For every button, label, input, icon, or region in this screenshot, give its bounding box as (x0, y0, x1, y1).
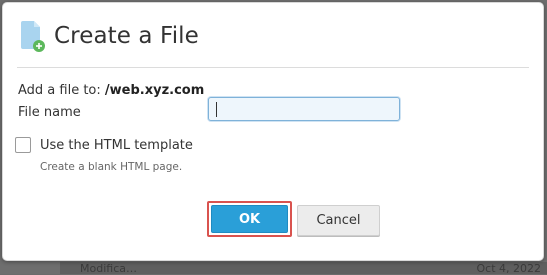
background-row: Modifica… Oct 4, 2022 (60, 262, 547, 275)
dialog-header: Create a File (19, 19, 199, 53)
html-template-hint: Create a blank HTML page. (40, 161, 183, 173)
dialog-title: Create a File (54, 23, 199, 49)
ok-button[interactable]: OK (211, 205, 288, 233)
header-divider (17, 67, 529, 68)
filename-input[interactable] (208, 97, 400, 121)
background-row-label: Modifica… (80, 262, 137, 275)
html-template-label[interactable]: Use the HTML template (40, 138, 193, 153)
target-prefix: Add a file to: (18, 83, 101, 98)
cancel-button[interactable]: Cancel (297, 205, 380, 236)
background-row-date: Oct 4, 2022 (476, 262, 541, 275)
target-path: /web.xyz.com (104, 83, 205, 98)
text-caret (216, 102, 217, 117)
target-location: Add a file to: /web.xyz.com (18, 83, 204, 98)
filename-label: File name (18, 105, 81, 120)
new-file-icon (19, 20, 45, 52)
html-template-checkbox[interactable] (15, 137, 31, 153)
